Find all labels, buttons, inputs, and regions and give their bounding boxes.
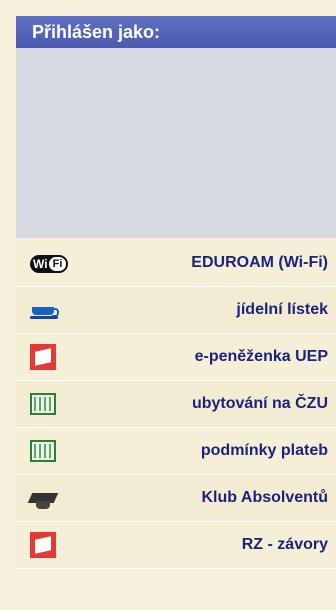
menu-item-rz-zavory[interactable]: RZ - závory (16, 522, 336, 569)
login-header: Přihlášen jako: (16, 16, 336, 48)
menu-item-label: e-peněženka UEP (194, 348, 328, 365)
menu-item-label: Klub Absolventů (201, 489, 328, 506)
menu-item-label: ubytování na ČZU (191, 395, 328, 412)
login-area (16, 48, 336, 238)
coffee-cup-icon (16, 287, 62, 333)
menu-item-jidelni-listek[interactable]: jídelní lístek (16, 287, 336, 334)
card-icon (16, 522, 62, 568)
menu-item-eduroam[interactable]: Wi Fi EDUROAM (Wi-Fi) (16, 240, 336, 287)
menu-item-podminky-plateb[interactable]: podmínky plateb (16, 428, 336, 475)
login-header-title: Přihlášen jako: (32, 22, 161, 42)
menu-item-label: RZ - závory (241, 536, 328, 553)
sidebar-menu: Wi Fi EDUROAM (Wi-Fi) jídelní lístek e-pe… (16, 240, 336, 569)
sidebar-panel: Přihlášen jako: Wi Fi EDUROAM (Wi-Fi) jíd… (0, 0, 336, 610)
wifi-icon: Wi Fi (16, 240, 68, 286)
card-icon (16, 334, 62, 380)
menu-item-label: podmínky plateb (200, 442, 328, 459)
menu-item-label: jídelní lístek (236, 301, 328, 318)
menu-item-label: EDUROAM (Wi-Fi) (191, 254, 328, 271)
building-icon (16, 428, 62, 474)
building-icon (16, 381, 62, 427)
graduation-cap-icon (16, 475, 62, 521)
menu-item-klub-absolventu[interactable]: Klub Absolventů (16, 475, 336, 522)
menu-item-e-penezenka[interactable]: e-peněženka UEP (16, 334, 336, 381)
menu-item-ubytovani[interactable]: ubytování na ČZU (16, 381, 336, 428)
